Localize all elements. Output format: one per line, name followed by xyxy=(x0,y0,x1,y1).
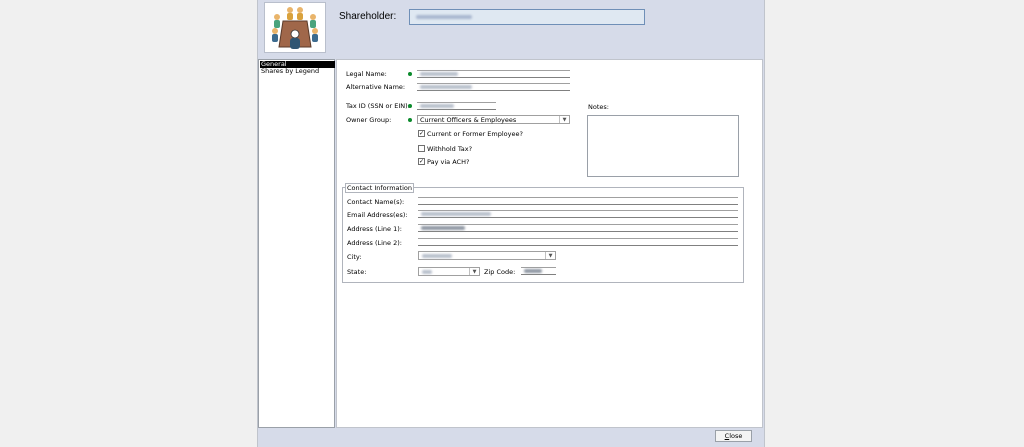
address-line1-field[interactable] xyxy=(418,224,738,232)
email-label: Email Address(es): xyxy=(347,211,408,219)
withhold-tax-checkbox[interactable] xyxy=(418,145,425,152)
contact-information-group: Contact Information Contact Name(s): Ema… xyxy=(342,183,744,283)
address-line2-field[interactable] xyxy=(418,238,738,246)
contact-information-title: Contact Information xyxy=(345,183,414,193)
footer-bar: Close xyxy=(258,428,764,447)
owner-group-dropdown[interactable]: Current Officers & Employees ▼ xyxy=(417,115,570,124)
chevron-down-icon: ▼ xyxy=(545,252,555,259)
nav-item-shares-by-legend[interactable]: Shares by Legend xyxy=(260,68,335,75)
checkmark-icon: ✓ xyxy=(419,158,425,165)
city-dropdown[interactable]: ▼ xyxy=(418,251,556,260)
zip-code-field[interactable] xyxy=(521,267,556,275)
close-button[interactable]: Close xyxy=(715,430,752,442)
shareholder-label: Shareholder: xyxy=(339,11,397,22)
withhold-tax-label: Withhold Tax? xyxy=(427,145,473,153)
zip-code-label: Zip Code: xyxy=(484,268,516,276)
chevron-down-icon: ▼ xyxy=(559,116,569,123)
city-label: City: xyxy=(347,253,362,261)
tax-id-label: Tax ID (SSN or EIN): xyxy=(346,102,410,110)
address-line2-label: Address (Line 2): xyxy=(347,239,402,247)
required-indicator xyxy=(408,118,412,122)
alternative-name-field[interactable] xyxy=(417,83,570,91)
shareholder-window: Shareholder: General Shares by Legend Le… xyxy=(257,0,765,447)
state-label: State: xyxy=(347,268,367,276)
contact-names-field[interactable] xyxy=(418,197,738,205)
pay-via-ach-checkbox[interactable]: ✓ xyxy=(418,158,425,165)
close-label: lose xyxy=(729,432,743,440)
current-former-employee-label: Current or Former Employee? xyxy=(427,130,523,138)
alternative-name-label: Alternative Name: xyxy=(346,83,406,91)
shareholder-name-field[interactable] xyxy=(409,9,645,25)
pay-via-ach-label: Pay via ACH? xyxy=(427,158,470,166)
checkmark-icon: ✓ xyxy=(419,130,425,137)
contact-names-label: Contact Name(s): xyxy=(347,198,405,206)
required-indicator xyxy=(408,72,412,76)
notes-textarea[interactable] xyxy=(587,115,739,177)
owner-group-label: Owner Group: xyxy=(346,116,392,124)
current-former-employee-checkbox[interactable]: ✓ xyxy=(418,130,425,137)
chevron-down-icon: ▼ xyxy=(469,268,479,275)
section-nav: General Shares by Legend xyxy=(258,59,335,428)
general-panel: Legal Name: Alternative Name: Tax ID (SS… xyxy=(336,59,763,428)
address-line1-label: Address (Line 1): xyxy=(347,225,402,233)
notes-label: Notes: xyxy=(588,103,609,111)
legal-name-label: Legal Name: xyxy=(346,70,387,78)
state-dropdown[interactable]: ▼ xyxy=(418,267,480,276)
owner-group-value: Current Officers & Employees xyxy=(420,116,517,124)
shareholder-name-value xyxy=(416,15,472,19)
header-bar: Shareholder: xyxy=(258,0,764,58)
legal-name-field[interactable] xyxy=(417,70,570,78)
required-indicator xyxy=(408,104,412,108)
email-field[interactable] xyxy=(418,210,738,218)
boardroom-meeting-icon xyxy=(264,2,326,53)
tax-id-field[interactable] xyxy=(417,102,496,110)
